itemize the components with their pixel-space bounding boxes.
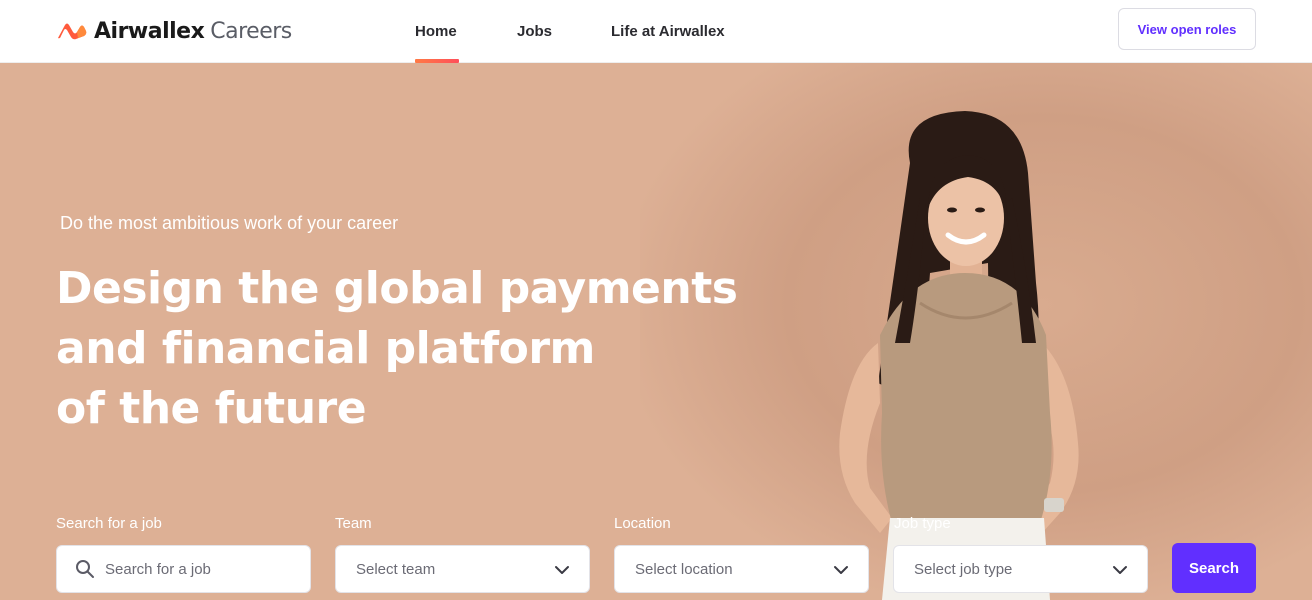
job-type-select-placeholder: Select job type bbox=[914, 560, 1013, 578]
view-open-roles-button[interactable]: View open roles bbox=[1118, 8, 1256, 50]
nav-home[interactable]: Home bbox=[415, 0, 457, 63]
job-type-label: Job type bbox=[894, 515, 951, 532]
job-type-select[interactable]: Select job type bbox=[893, 545, 1148, 593]
location-label: Location bbox=[614, 515, 671, 532]
search-icon bbox=[76, 560, 94, 578]
team-select[interactable]: Select team bbox=[335, 545, 590, 593]
nav-jobs[interactable]: Jobs bbox=[517, 0, 552, 63]
brand-name: Airwallex bbox=[94, 18, 205, 44]
team-select-placeholder: Select team bbox=[356, 560, 436, 578]
nav-jobs-label: Jobs bbox=[517, 23, 553, 40]
nav-life-label: Life at Airwallex bbox=[611, 23, 725, 40]
headline-line-3: of the future bbox=[56, 383, 367, 434]
chevron-down-icon bbox=[834, 566, 848, 574]
airwallex-logo-icon bbox=[58, 23, 87, 40]
headline-line-1: Design the global payments bbox=[56, 263, 738, 314]
brand-sub: Careers bbox=[210, 18, 292, 44]
job-search-label: Search for a job bbox=[56, 515, 162, 532]
location-select[interactable]: Select location bbox=[614, 545, 869, 593]
site-header: Airwallex Careers Home Jobs Life at Airw… bbox=[0, 0, 1312, 63]
location-select-placeholder: Select location bbox=[635, 560, 733, 578]
hero-eyebrow: Do the most ambitious work of your caree… bbox=[60, 213, 399, 233]
team-label: Team bbox=[335, 515, 372, 532]
search-button[interactable]: Search bbox=[1172, 543, 1256, 593]
nav-home-label: Home bbox=[415, 23, 457, 40]
airwallex-careers-logo[interactable]: Airwallex Careers bbox=[56, 16, 292, 46]
chevron-down-icon bbox=[555, 566, 569, 574]
hero-headline: Design the global payments and financial… bbox=[56, 259, 756, 439]
job-search-input[interactable]: Search for a job bbox=[56, 545, 311, 593]
job-search-placeholder: Search for a job bbox=[105, 560, 211, 578]
nav-life-at-airwallex[interactable]: Life at Airwallex bbox=[611, 0, 725, 63]
headline-line-2: and financial platform bbox=[56, 323, 595, 374]
hero-section: Do the most ambitious work of your caree… bbox=[0, 63, 1312, 600]
chevron-down-icon bbox=[1113, 566, 1127, 574]
